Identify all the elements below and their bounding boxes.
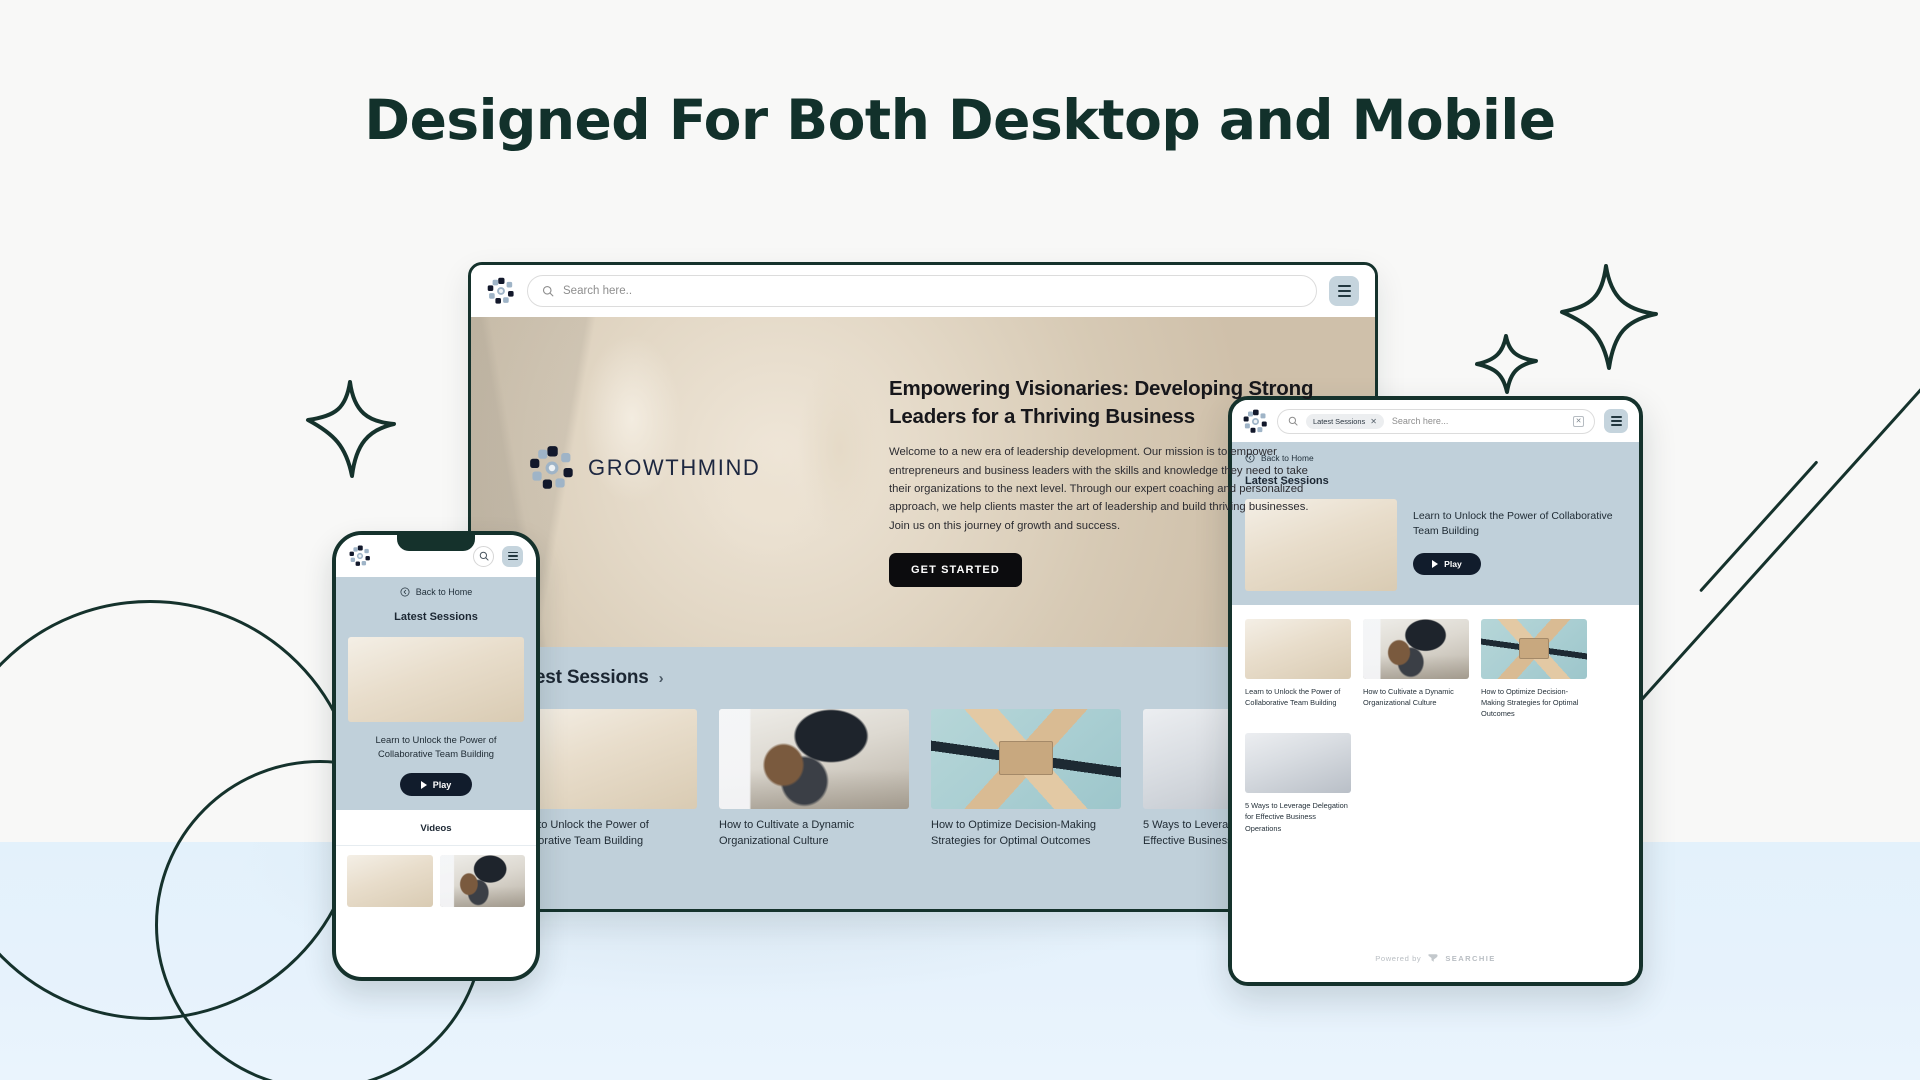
desktop-search-placeholder: Search here.. [563, 285, 633, 297]
tablet-footer-brand: SEARCHIE [1445, 953, 1496, 963]
session-card[interactable]: How to Optimize Decision-Making Strategi… [931, 709, 1121, 850]
menu-line [507, 555, 518, 557]
phone-back-label: Back to Home [415, 587, 473, 597]
chevron-right-icon[interactable]: › [659, 670, 664, 687]
growthmind-logo-icon[interactable] [487, 277, 515, 305]
searchie-logo-icon [1428, 954, 1438, 962]
phone-back-to-home-link[interactable]: Back to Home [348, 587, 524, 597]
tablet-videos-grid: Learn to Unlock the Power of Collaborati… [1232, 605, 1639, 834]
tablet-video-card[interactable]: How to Optimize Decision-Making Strategi… [1481, 619, 1587, 719]
play-icon [420, 780, 427, 789]
hero-title: Empowering Visionaries: Developing Stron… [889, 377, 1314, 428]
phone-menu-button[interactable] [502, 545, 523, 567]
phone-search-button[interactable] [473, 545, 494, 567]
phone-notch [397, 535, 475, 551]
decorative-line-long [1638, 358, 1920, 703]
desktop-menu-button[interactable] [1329, 276, 1359, 306]
sparkle-icon-large-right [1560, 264, 1658, 370]
phone-videos-header: Videos [336, 810, 536, 847]
hero-copy-block: Empowering Visionaries: Developing Stron… [889, 375, 1319, 587]
tablet-feature-title: Learn to Unlock the Power of Collaborati… [1413, 510, 1613, 538]
menu-line [1337, 290, 1351, 292]
hero-brand-lockup: GROWTHMIND [529, 445, 760, 491]
phone-video-thumbnail[interactable] [439, 855, 525, 908]
session-thumbnail [719, 709, 909, 809]
page-root: Designed For Both Desktop and Mobile Sea… [0, 0, 1920, 1080]
hero-brand-name: GROWTHMIND [588, 455, 761, 480]
back-circle-icon [400, 587, 410, 597]
sparkle-icon-left [306, 380, 396, 478]
tablet-video-title: 5 Ways to Leverage Delegation for Effect… [1245, 801, 1348, 833]
menu-line [1337, 285, 1351, 288]
menu-line [1610, 416, 1622, 418]
tablet-play-label: Play [1444, 559, 1462, 570]
tablet-footer-prefix: Powered by [1375, 953, 1422, 963]
play-icon [1432, 560, 1439, 569]
phone-section-title: Latest Sessions [394, 611, 478, 623]
page-title: Designed For Both Desktop and Mobile [364, 88, 1556, 152]
phone-feature-thumbnail[interactable] [348, 637, 524, 722]
tablet-video-card[interactable]: 5 Ways to Leverage Delegation for Effect… [1245, 733, 1351, 833]
search-icon [479, 551, 489, 561]
menu-line [507, 551, 518, 553]
growthmind-logo-icon [530, 446, 573, 489]
phone-mockup: Back to Home Latest Sessions Learn to Un… [332, 531, 540, 981]
growthmind-logo-icon[interactable] [349, 545, 371, 567]
menu-line [1610, 420, 1622, 422]
tablet-video-title: How to Optimize Decision-Making Strategi… [1481, 687, 1579, 719]
tablet-play-button[interactable]: Play [1413, 553, 1481, 576]
tablet-menu-button[interactable] [1604, 409, 1628, 433]
session-card[interactable]: How to Cultivate a Dynamic Organizationa… [719, 709, 909, 850]
desktop-topbar: Search here.. [471, 265, 1375, 317]
close-icon[interactable]: ✕ [1370, 417, 1377, 426]
tablet-video-card[interactable]: Learn to Unlock the Power of Collaborati… [1245, 619, 1351, 719]
tablet-filter-chip-label: Latest Sessions [1313, 416, 1366, 426]
tablet-video-title: How to Cultivate a Dynamic Organizationa… [1363, 687, 1454, 708]
phone-content: Back to Home Latest Sessions Learn to Un… [336, 577, 536, 811]
tablet-video-thumbnail [1245, 733, 1351, 794]
menu-line [1610, 424, 1622, 426]
tablet-footer: Powered by SEARCHIE [1232, 934, 1639, 982]
phone-feature-title: Learn to Unlock the Power of Collaborati… [375, 734, 497, 760]
phone-play-label: Play [432, 779, 452, 790]
desktop-search-input[interactable]: Search here.. [527, 275, 1317, 307]
session-card-title: How to Optimize Decision-Making Strategi… [931, 819, 1097, 847]
tablet-video-card[interactable]: How to Cultivate a Dynamic Organizationa… [1363, 619, 1469, 719]
phone-videos-grid [336, 846, 536, 908]
tablet-video-thumbnail [1363, 619, 1469, 679]
phone-video-thumbnail[interactable] [347, 855, 433, 908]
menu-line [1337, 294, 1351, 297]
hero-body-text: Welcome to a new era of leadership devel… [889, 446, 1309, 532]
session-thumbnail [931, 709, 1121, 809]
get-started-button[interactable]: GET STARTED [889, 552, 1022, 587]
tablet-video-thumbnail [1481, 619, 1587, 679]
phone-play-button[interactable]: Play [400, 773, 472, 797]
session-card-title: How to Cultivate a Dynamic Organizationa… [719, 819, 855, 847]
decorative-line-short [1699, 460, 1819, 593]
tablet-video-title: Learn to Unlock the Power of Collaborati… [1245, 687, 1341, 708]
clear-input-icon[interactable]: ✕ [1573, 415, 1584, 427]
tablet-search-input[interactable]: Latest Sessions ✕ Search here... ✕ [1277, 408, 1595, 434]
search-icon [542, 285, 554, 297]
tablet-search-placeholder: Search here... [1391, 416, 1449, 426]
tablet-video-thumbnail [1245, 619, 1351, 679]
menu-line [507, 559, 518, 561]
